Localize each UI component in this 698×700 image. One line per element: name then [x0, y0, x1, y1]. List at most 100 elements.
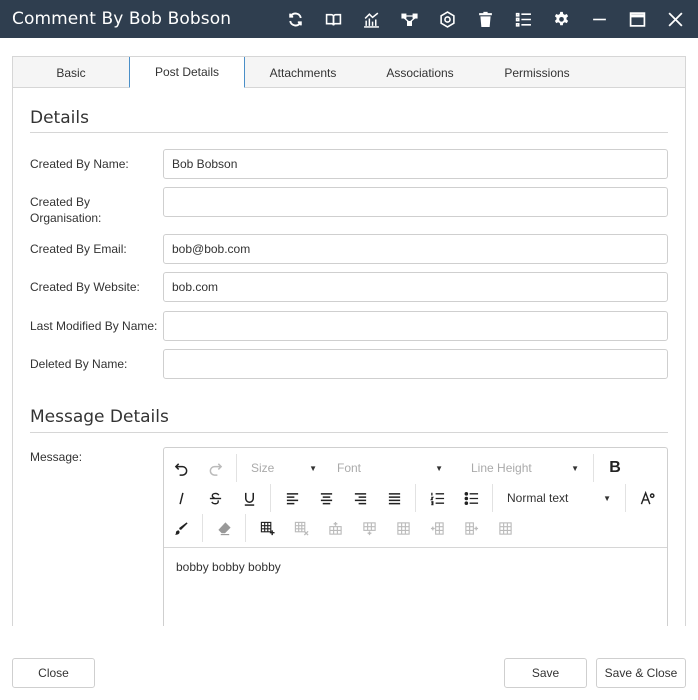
toolbar-separator — [625, 484, 626, 512]
caret-down-icon: ▼ — [435, 463, 443, 473]
trash-icon — [478, 11, 492, 27]
tab-post-details[interactable]: Post Details — [129, 57, 245, 88]
toolbar-separator — [415, 484, 416, 512]
title-bar: Comment By Bob Bobson — [0, 0, 698, 38]
eraser-button[interactable] — [207, 513, 241, 543]
italic-icon — [178, 492, 184, 504]
bold-button[interactable]: B — [598, 453, 632, 483]
rich-text-editor: Size ▼ Font ▼ Line Height ▼ B Normal tex… — [163, 447, 668, 626]
tab-associations[interactable]: Associations — [362, 57, 478, 88]
block-format-value: Normal text — [507, 491, 569, 505]
message-details-heading: Message Details — [30, 407, 169, 427]
settings-cog-icon — [439, 10, 455, 28]
underline-icon — [244, 492, 254, 506]
table-delete-icon — [294, 521, 309, 536]
align-left-button[interactable] — [275, 483, 309, 513]
delete-row-button[interactable] — [386, 513, 420, 543]
ordered-list-button[interactable] — [420, 483, 454, 513]
created-by-website-field[interactable] — [163, 272, 668, 302]
strikethrough-button[interactable] — [198, 483, 232, 513]
editor-toolbar-row-3 — [164, 513, 522, 543]
created-by-name-field[interactable] — [163, 149, 668, 179]
font-color-button[interactable] — [164, 513, 198, 543]
caret-down-icon: ▼ — [571, 463, 579, 473]
underline-button[interactable] — [232, 483, 266, 513]
tab-permissions[interactable]: Permissions — [479, 57, 595, 88]
strikethrough-icon — [209, 492, 221, 504]
workflow-button[interactable] — [390, 0, 428, 38]
bullet-list-icon — [464, 491, 478, 505]
font-size-placeholder: Size — [251, 461, 275, 475]
table-add-icon — [260, 521, 275, 535]
refresh-icon — [288, 12, 302, 26]
chart-button[interactable] — [352, 0, 390, 38]
redo-icon — [209, 462, 222, 476]
config-button[interactable] — [428, 0, 466, 38]
undo-icon — [174, 462, 187, 476]
save-button[interactable]: Save — [504, 658, 587, 688]
gear-icon — [554, 11, 568, 25]
font-size-dropdown[interactable]: Size ▼ — [241, 453, 327, 483]
redo-button[interactable] — [198, 453, 232, 483]
message-details-divider — [30, 432, 668, 433]
toolbar-separator — [492, 484, 493, 512]
toolbar-separator — [245, 514, 246, 542]
delete-table-button[interactable] — [284, 513, 318, 543]
insert-column-left-button[interactable] — [420, 513, 454, 543]
tab-basic[interactable]: Basic — [13, 57, 129, 88]
column-left-icon — [430, 521, 444, 535]
created-by-name-label: Created By Name: — [30, 157, 129, 171]
maximize-button[interactable] — [618, 0, 656, 38]
insert-row-below-button[interactable] — [352, 513, 386, 543]
bold-icon: B — [609, 459, 621, 476]
save-and-close-button[interactable]: Save & Close — [596, 658, 686, 688]
deleted-by-name-field[interactable] — [163, 349, 668, 379]
ordered-list-icon — [429, 492, 444, 505]
book-button[interactable] — [314, 0, 352, 38]
chart-icon — [363, 12, 379, 28]
message-label: Message: — [30, 450, 83, 464]
italic-button[interactable] — [164, 483, 198, 513]
close-button[interactable]: Close — [12, 658, 95, 688]
list-icon — [515, 12, 531, 27]
undo-button[interactable] — [164, 453, 198, 483]
delete-button[interactable] — [466, 0, 504, 38]
block-format-dropdown[interactable]: Normal text ▼ — [497, 483, 621, 513]
insert-row-above-button[interactable] — [318, 513, 352, 543]
created-by-email-field[interactable] — [163, 234, 668, 264]
main-panel: Basic Post Details Attachments Associati… — [12, 56, 686, 626]
created-by-website-label: Created By Website: — [30, 280, 140, 294]
font-family-dropdown[interactable]: Font ▼ — [327, 453, 453, 483]
align-center-icon — [320, 492, 332, 504]
created-by-organisation-field[interactable] — [163, 187, 668, 217]
align-right-button[interactable] — [343, 483, 377, 513]
align-center-button[interactable] — [309, 483, 343, 513]
align-left-icon — [286, 492, 298, 504]
workflow-icon — [400, 13, 418, 26]
details-heading: Details — [30, 108, 89, 128]
align-right-icon — [354, 492, 366, 504]
bullet-list-button[interactable] — [454, 483, 488, 513]
justify-button[interactable] — [377, 483, 411, 513]
toolbar-separator — [236, 454, 237, 482]
delete-column-button[interactable] — [488, 513, 522, 543]
last-modified-by-name-label: Last Modified By Name: — [30, 319, 158, 333]
insert-table-button[interactable] — [250, 513, 284, 543]
maximize-icon — [629, 11, 645, 27]
tab-attachments[interactable]: Attachments — [245, 57, 361, 88]
refresh-button[interactable] — [276, 0, 314, 38]
line-height-dropdown[interactable]: Line Height ▼ — [453, 453, 589, 483]
list-button[interactable] — [504, 0, 542, 38]
clear-format-button[interactable] — [630, 483, 664, 513]
insert-column-right-button[interactable] — [454, 513, 488, 543]
column-right-icon — [464, 521, 478, 535]
settings-button[interactable] — [542, 0, 580, 38]
close-icon — [667, 11, 683, 27]
close-window-button[interactable] — [656, 0, 694, 38]
column-delete-icon — [498, 521, 512, 535]
row-below-icon — [362, 521, 376, 535]
minimize-button[interactable] — [580, 0, 618, 38]
editor-content[interactable]: bobby bobby bobby — [164, 548, 667, 586]
font-family-placeholder: Font — [337, 461, 362, 475]
last-modified-by-name-field[interactable] — [163, 311, 668, 341]
